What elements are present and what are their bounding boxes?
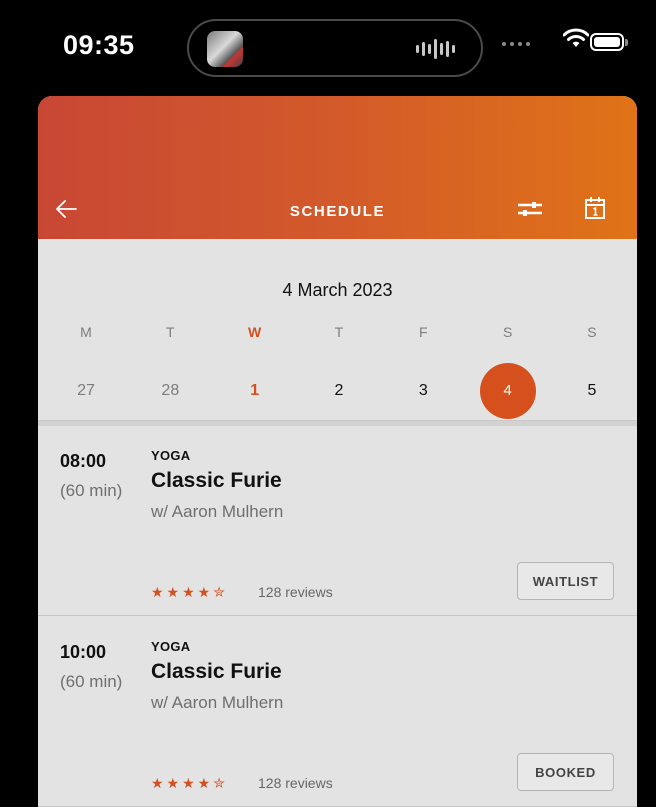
- header-bar: SCHEDULE: [38, 96, 637, 239]
- class-category: YOGA: [151, 639, 191, 654]
- day-date[interactable]: 5: [568, 363, 616, 419]
- page-title: SCHEDULE: [289, 203, 386, 220]
- day-column[interactable]: W 1: [231, 322, 279, 419]
- day-column[interactable]: S 4: [479, 322, 536, 419]
- month-label: 4 March 2023: [282, 280, 393, 300]
- star-rating-icon: ★★★★✮: [151, 584, 228, 600]
- day-name: M: [80, 324, 92, 340]
- booked-button[interactable]: BOOKED: [517, 753, 614, 791]
- day-name: W: [248, 324, 262, 340]
- class-list-item[interactable]: 10:00 (60 min) YOGA Classic Furie w/ Aar…: [38, 617, 637, 807]
- day-name: S: [587, 324, 597, 340]
- class-name: Classic Furie: [151, 469, 282, 492]
- audio-wave-icon: [416, 38, 455, 60]
- day-column[interactable]: M 27: [62, 322, 110, 419]
- class-duration: (60 min): [60, 672, 123, 691]
- day-date[interactable]: 2: [315, 363, 363, 419]
- review-count[interactable]: 128 reviews: [258, 584, 333, 600]
- class-instructor: w/ Aaron Mulhern: [151, 502, 284, 521]
- battery-icon: [590, 33, 628, 51]
- selected-day-date[interactable]: 4: [479, 363, 536, 419]
- day-name: T: [334, 324, 344, 340]
- day-name: S: [502, 324, 513, 340]
- star-rating-icon: ★★★★✮: [151, 775, 228, 791]
- day-column[interactable]: F 3: [399, 322, 447, 419]
- class-instructor: w/ Aaron Mulhern: [151, 693, 284, 712]
- cellular-signal-icon: [502, 42, 530, 46]
- schedule-screen: SCHEDULE 4 March 2023 M 27 T 28 W 1 T 2 …: [38, 96, 637, 807]
- class-name: Classic Furie: [151, 660, 282, 683]
- week-strip: M 27 T 28 W 1 T 2 F 3 S 4 S 5: [62, 322, 616, 419]
- day-date[interactable]: 27: [62, 363, 110, 419]
- class-list-item[interactable]: 08:00 (60 min) YOGA Classic Furie w/ Aar…: [38, 426, 637, 616]
- class-time: 10:00: [60, 642, 107, 662]
- day-date[interactable]: 3: [399, 363, 447, 419]
- class-category: YOGA: [151, 448, 191, 463]
- day-name: T: [166, 324, 175, 340]
- day-column[interactable]: T 2: [315, 322, 363, 419]
- waitlist-button[interactable]: WAITLIST: [517, 562, 614, 600]
- day-date[interactable]: 28: [146, 363, 194, 419]
- filter-icon[interactable]: [517, 200, 543, 218]
- day-column[interactable]: S 5: [568, 322, 616, 419]
- class-time: 08:00: [60, 451, 107, 471]
- now-playing-thumbnail: [207, 31, 243, 67]
- day-name: F: [419, 324, 428, 340]
- dynamic-island[interactable]: [187, 19, 483, 77]
- review-count[interactable]: 128 reviews: [258, 775, 333, 791]
- wifi-icon: [563, 28, 589, 47]
- day-column[interactable]: T 28: [146, 322, 194, 419]
- day-date[interactable]: 1: [231, 363, 279, 419]
- status-bar: 09:35: [0, 0, 656, 96]
- status-time: 09:35: [63, 30, 135, 60]
- calendar-icon[interactable]: [584, 196, 606, 220]
- class-duration: (60 min): [60, 481, 123, 500]
